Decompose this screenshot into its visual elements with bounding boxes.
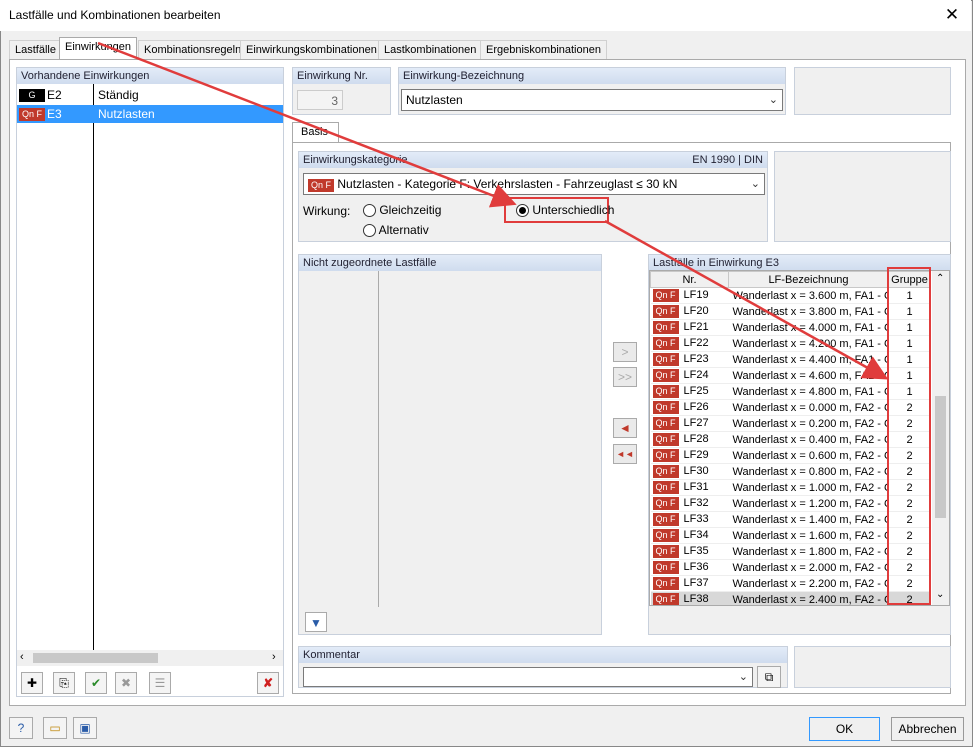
annotation-arrow	[604, 219, 889, 380]
annotation-arrows	[97, 41, 889, 380]
annotation-arrow	[97, 41, 517, 208]
